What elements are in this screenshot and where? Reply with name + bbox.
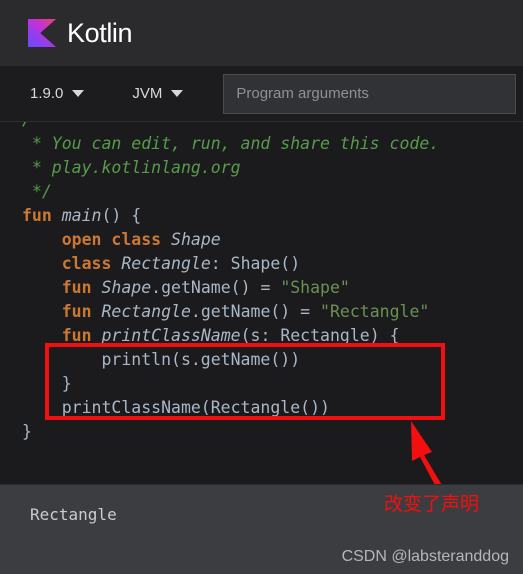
code-line: println(s.getName())	[22, 348, 523, 372]
code-line: */	[22, 180, 523, 204]
code-token: (s: Rectangle) {	[240, 326, 400, 345]
version-dropdown[interactable]: 1.9.0	[30, 85, 85, 102]
code-token: main	[61, 206, 102, 225]
version-label: 1.9.0	[30, 85, 64, 102]
target-label: JVM	[132, 85, 163, 102]
code-token: "Rectangle"	[320, 302, 430, 321]
code-token: }	[22, 374, 72, 393]
toolbar: 1.9.0 JVM Program arguments	[0, 66, 523, 122]
brand-title: Kotlin	[67, 17, 133, 48]
code-token: printClassName	[101, 326, 241, 345]
code-line: * play.kotlinlang.org	[22, 156, 523, 180]
app-header: Kotlin	[0, 0, 523, 66]
code-token: : Shape()	[210, 254, 301, 273]
annotation-note: 改变了声明	[384, 493, 480, 515]
code-editor[interactable]: /** * You can edit, run, and share this …	[0, 122, 523, 484]
code-token: * play.kotlinlang.org	[22, 158, 241, 177]
chevron-down-icon	[72, 90, 85, 97]
code-token: .getName() =	[151, 278, 281, 297]
code-token: fun	[61, 326, 102, 345]
code-token: * You can edit, run, and share this code…	[22, 134, 440, 153]
target-dropdown[interactable]: JVM	[132, 85, 184, 102]
kotlin-logo-icon	[28, 19, 56, 47]
code-token: open class	[61, 230, 172, 249]
code-line: class Rectangle: Shape()	[22, 252, 523, 276]
code-token: fun	[22, 206, 62, 225]
code-token: */	[22, 182, 52, 201]
code-token: }	[22, 422, 32, 441]
code-line: open class Shape	[22, 228, 523, 252]
code-line: * You can edit, run, and share this code…	[22, 132, 523, 156]
code-token: Shape	[101, 278, 152, 297]
code-line: }	[22, 372, 523, 396]
code-token: Rectangle	[101, 302, 191, 321]
chevron-down-icon	[171, 90, 184, 97]
program-arguments-input[interactable]: Program arguments	[223, 73, 517, 114]
code-token: /**	[22, 122, 52, 129]
code-line: }	[22, 420, 523, 444]
watermark: CSDN @labsteranddog	[341, 548, 509, 565]
code-token: "Shape"	[280, 278, 350, 297]
code-token: fun	[61, 302, 102, 321]
code-token: Shape	[171, 230, 221, 249]
code-token: Rectangle	[121, 254, 211, 273]
code-content: /** * You can edit, run, and share this …	[22, 122, 523, 444]
code-line: fun Rectangle.getName() = "Rectangle"	[22, 300, 523, 324]
code-token: class	[61, 254, 122, 273]
code-line: /**	[22, 122, 523, 132]
code-token: .getName() =	[190, 302, 321, 321]
code-token: () {	[101, 206, 142, 225]
code-line: fun main() {	[22, 204, 523, 228]
code-line: printClassName(Rectangle())	[22, 396, 523, 420]
code-token: fun	[61, 278, 102, 297]
code-token: printClassName(Rectangle())	[22, 398, 330, 417]
code-line: fun Shape.getName() = "Shape"	[22, 276, 523, 300]
code-token: println(s.getName())	[22, 350, 301, 369]
code-line: fun printClassName(s: Rectangle) {	[22, 324, 523, 348]
